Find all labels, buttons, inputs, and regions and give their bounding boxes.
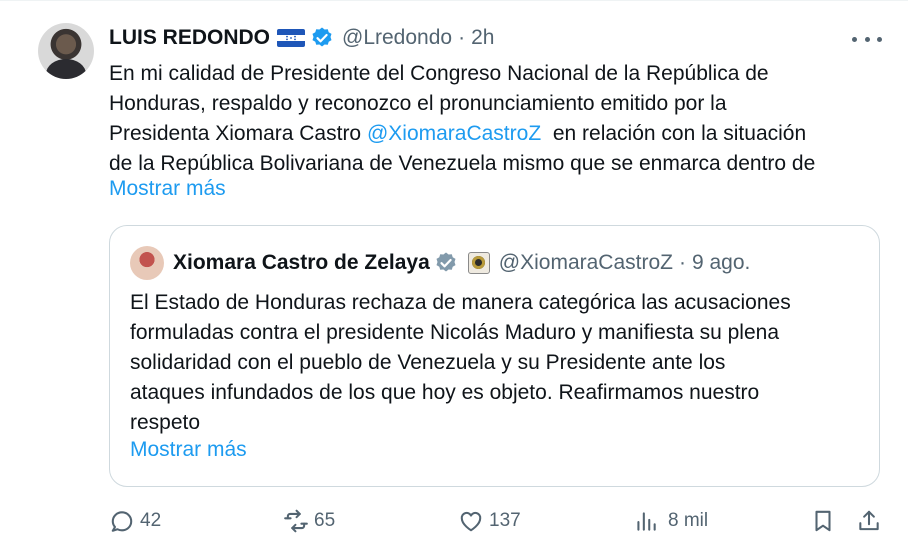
post-text-line: Presidenta Xiomara Castro @XiomaraCastro… — [109, 119, 889, 149]
repost-icon — [284, 509, 308, 533]
verified-badge-gray-icon[interactable] — [434, 251, 458, 275]
post-text-segment: Presidenta Xiomara Castro — [109, 122, 367, 145]
like-count: 137 — [489, 510, 521, 531]
quoted-text-line: El Estado de Honduras rechaza de manera … — [130, 291, 791, 314]
quoted-show-more-link[interactable]: Mostrar más — [130, 438, 247, 462]
views-chart-icon — [637, 512, 656, 531]
bookmark-icon — [815, 510, 831, 532]
quoted-author-avatar[interactable] — [130, 246, 164, 280]
reply-icon — [111, 511, 133, 532]
more-options-icon[interactable] — [852, 37, 882, 45]
post-time[interactable]: 2h — [471, 26, 494, 50]
heart-icon — [460, 511, 482, 532]
post-text-line: En mi calidad de Presidente del Congreso… — [109, 62, 769, 85]
quoted-text-line: solidaridad con el pueblo de Venezuela y… — [130, 351, 726, 374]
action-bar: 42 65 137 8 mil — [109, 506, 889, 536]
tweet[interactable]: LUIS REDONDO @Lredondo · 2h En mi calida… — [0, 0, 908, 550]
quoted-post-time[interactable]: 9 ago. — [692, 251, 750, 275]
government-seal-icon — [467, 252, 490, 274]
quoted-text-line: formuladas contra el presidente Nicolás … — [130, 321, 780, 344]
quoted-text-line: respeto — [130, 411, 201, 434]
tweet-header: LUIS REDONDO @Lredondo · 2h — [109, 25, 494, 51]
post-text-line: de la República Bolivariana de Venezuela… — [109, 152, 816, 175]
reply-count: 42 — [140, 510, 162, 531]
quoted-author-name[interactable]: Xiomara Castro de Zelaya — [173, 251, 430, 275]
repost-count: 65 — [314, 510, 336, 531]
views-button[interactable]: 8 mil — [633, 506, 708, 536]
reply-button[interactable]: 42 — [109, 506, 161, 536]
quoted-post-text: El Estado de Honduras rechaza de manera … — [130, 288, 870, 438]
quoted-tweet[interactable]: Xiomara Castro de Zelaya @XiomaraCastroZ… — [109, 225, 880, 487]
share-button[interactable] — [856, 506, 882, 536]
separator-dot: · — [678, 251, 686, 274]
quoted-text-line: ataques infundados de los que hoy es obj… — [130, 381, 760, 404]
repost-button[interactable]: 65 — [283, 506, 335, 536]
views-count: 8 mil — [668, 510, 709, 531]
post-text-segment: en relación con la situación — [541, 122, 807, 145]
quoted-author-handle[interactable]: @XiomaraCastroZ — [499, 251, 673, 275]
author-name[interactable]: LUIS REDONDO — [109, 26, 270, 50]
verified-badge-icon[interactable] — [310, 26, 334, 50]
show-more-link[interactable]: Mostrar más — [109, 177, 226, 201]
honduras-flag-icon — [277, 29, 306, 47]
like-button[interactable]: 137 — [458, 506, 521, 536]
bookmark-button[interactable] — [810, 506, 836, 536]
mention-link[interactable]: @XiomaraCastroZ — [367, 122, 541, 145]
post-text: En mi calidad de Presidente del Congreso… — [109, 59, 889, 179]
share-icon — [859, 510, 879, 531]
separator-dot: · — [458, 26, 466, 49]
post-text-line: Honduras, respaldo y reconozco el pronun… — [109, 92, 727, 115]
author-handle[interactable]: @Lredondo — [342, 26, 452, 50]
author-avatar[interactable] — [38, 23, 94, 79]
quoted-tweet-header: Xiomara Castro de Zelaya @XiomaraCastroZ… — [173, 248, 750, 278]
